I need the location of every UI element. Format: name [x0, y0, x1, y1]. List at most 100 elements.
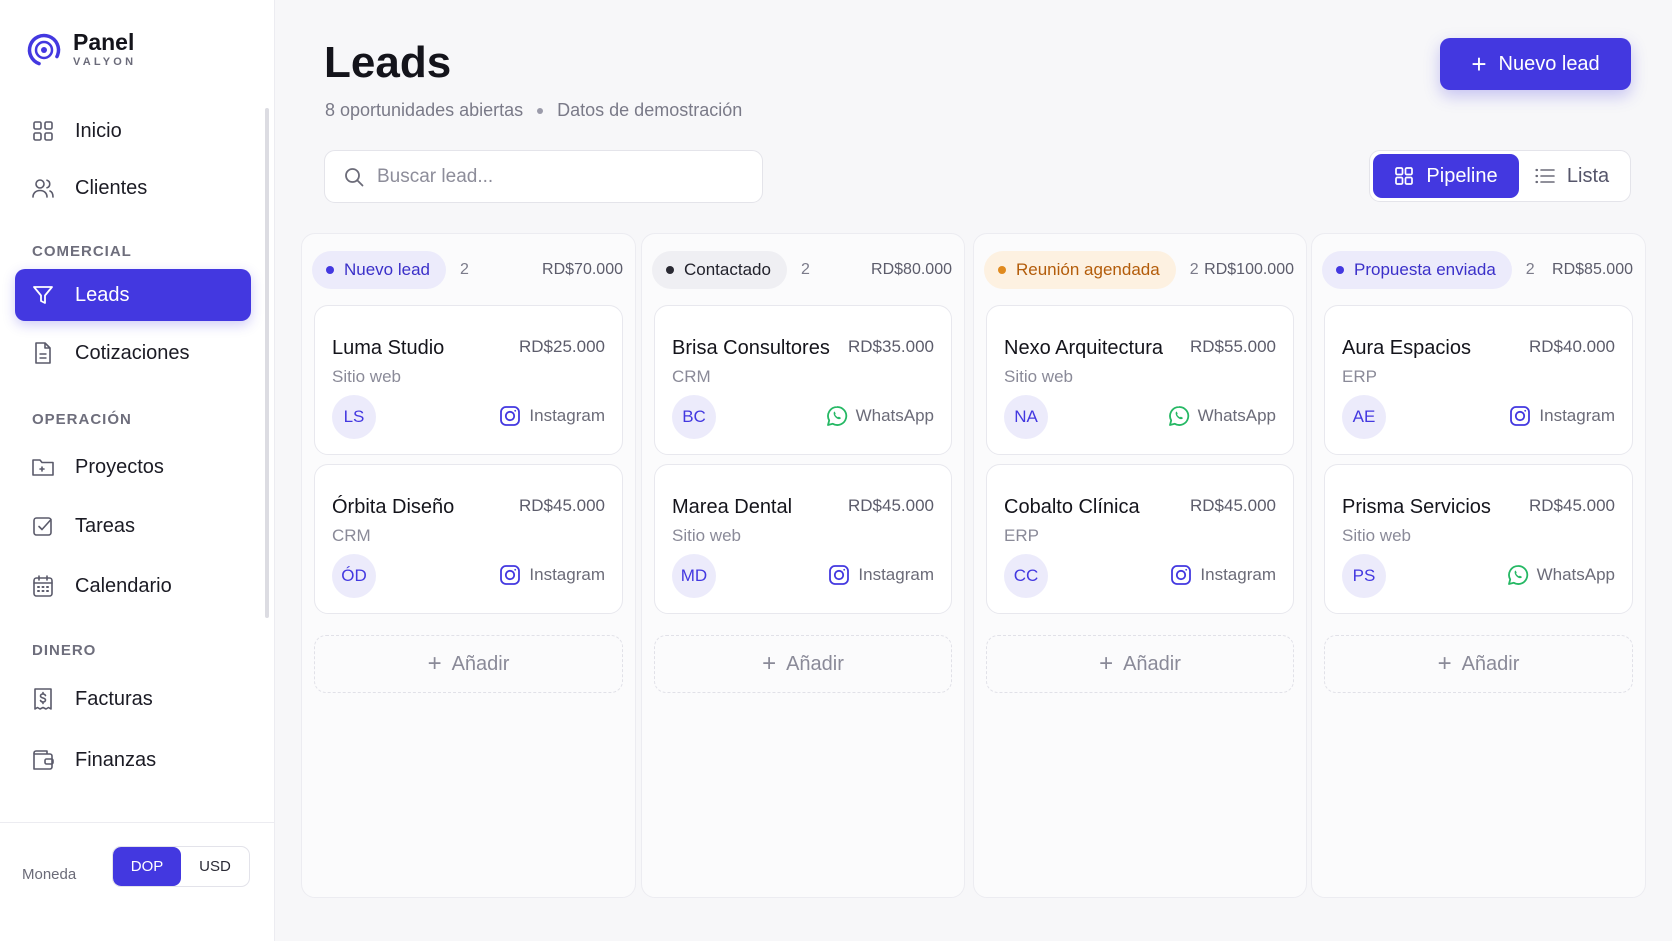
source-label: WhatsApp: [1536, 565, 1615, 584]
stage-total: RD$80.000: [871, 261, 952, 278]
avatar: LS: [332, 395, 376, 439]
list-icon: [1535, 168, 1555, 184]
lead-name: Luma Studio: [332, 337, 445, 359]
lead-amount: RD$45.000: [1189, 496, 1276, 515]
instagram-icon: [499, 405, 521, 427]
lead-card[interactable]: Brisa Consultores RD$35.000 CRM BC WhatsApp: [654, 305, 952, 455]
add-label: Añadir: [786, 652, 844, 675]
whatsapp-icon: [1507, 564, 1529, 586]
separator-dot: [537, 107, 544, 114]
invoice-icon: [31, 687, 55, 711]
currency-toggle: DOP USD: [112, 846, 250, 887]
stage-count: 2: [800, 261, 810, 278]
stage-dot: [666, 266, 674, 274]
stage-badge[interactable]: Contactado: [652, 251, 787, 289]
list-view-button[interactable]: Lista: [1519, 154, 1625, 198]
lead-type: CRM: [332, 526, 371, 545]
sidebar-item-cotizaciones[interactable]: Cotizaciones: [15, 327, 251, 379]
view-toggle: Pipeline Lista: [1369, 150, 1631, 202]
plus-icon: +: [762, 650, 777, 677]
new-lead-button[interactable]: + Nuevo lead: [1440, 38, 1631, 90]
section-operacion: OPERACIÓN: [32, 411, 132, 428]
sidebar-scrollbar[interactable]: [265, 108, 269, 618]
avatar: CC: [1004, 554, 1048, 598]
stage-badge[interactable]: Reunión agendada: [984, 251, 1176, 289]
pipeline-column: Contactado 2 RD$80.000 Brisa Consultores RD$…: [641, 233, 965, 898]
plus-icon: +: [1099, 650, 1114, 677]
avatar: AE: [1342, 395, 1386, 439]
source-label: WhatsApp: [1197, 406, 1276, 425]
sidebar-item-finanzas[interactable]: Finanzas: [15, 734, 251, 786]
brand-logo-icon: [27, 33, 61, 66]
pipeline-view-button[interactable]: Pipeline: [1373, 154, 1519, 198]
stage-count: 2: [1189, 261, 1199, 278]
column-header: Contactado 2 RD$80.000: [652, 251, 952, 289]
lead-card[interactable]: Cobalto Clínica RD$45.000 ERP CC Instagram: [986, 464, 1294, 614]
lead-card[interactable]: Luma Studio RD$25.000 Sitio web LS Instagram: [314, 305, 623, 455]
stage-label: Propuesta enviada: [1354, 260, 1496, 279]
sidebar-item-label: Cotizaciones: [75, 341, 190, 364]
add-lead-button[interactable]: + Añadir: [986, 635, 1294, 693]
lead-type: Sitio web: [1004, 367, 1073, 386]
page-title: Leads: [324, 38, 452, 87]
lead-source: WhatsApp: [826, 405, 934, 427]
sidebar-item-facturas[interactable]: Facturas: [15, 673, 251, 725]
instagram-icon: [828, 564, 850, 586]
grid-icon: [1394, 166, 1414, 186]
page-subtitle: 8 oportunidades abiertas Datos de demost…: [325, 100, 742, 121]
sidebar-item-inicio[interactable]: Inicio: [15, 105, 251, 157]
currency-dop-button[interactable]: DOP: [113, 847, 181, 886]
lead-amount: RD$45.000: [847, 496, 934, 515]
pipeline-column: Nuevo lead 2 RD$70.000 Luma Studio RD$25.000…: [301, 233, 636, 898]
pipeline-label: Pipeline: [1426, 164, 1498, 187]
lead-type: Sitio web: [332, 367, 401, 386]
lead-type: ERP: [1004, 526, 1039, 545]
stage-label: Nuevo lead: [344, 260, 431, 279]
sidebar-item-tareas[interactable]: Tareas: [15, 500, 251, 552]
lead-card[interactable]: Órbita Diseño RD$45.000 CRM ÓD Instagram: [314, 464, 623, 614]
lead-card[interactable]: Prisma Servicios RD$45.000 Sitio web PS What…: [1324, 464, 1633, 614]
search-input[interactable]: [377, 165, 737, 188]
stage-dot: [326, 266, 334, 274]
currency-usd-button[interactable]: USD: [181, 847, 249, 886]
lead-amount: RD$40.000: [1528, 337, 1615, 356]
search-box[interactable]: [324, 150, 763, 203]
add-lead-button[interactable]: + Añadir: [1324, 635, 1633, 693]
lead-source: WhatsApp: [1168, 405, 1276, 427]
stage-total: RD$100.000: [1204, 261, 1294, 278]
stage-count: 2: [460, 261, 469, 278]
source-label: Instagram: [1200, 565, 1276, 584]
sidebar-item-clientes[interactable]: Clientes: [15, 162, 251, 214]
stage-total: RD$70.000: [542, 261, 623, 278]
instagram-icon: [1170, 564, 1192, 586]
brand-subtitle: VALYON: [73, 56, 137, 68]
currency-label: Moneda: [22, 866, 77, 883]
stage-badge[interactable]: Nuevo lead: [312, 251, 447, 289]
lead-amount: RD$45.000: [518, 496, 605, 515]
lead-card[interactable]: Marea Dental RD$45.000 Sitio web MD Instagra…: [654, 464, 952, 614]
source-label: Instagram: [858, 565, 934, 584]
add-lead-button[interactable]: + Añadir: [314, 635, 623, 693]
stage-badge[interactable]: Propuesta enviada: [1322, 251, 1512, 289]
brand[interactable]: Panel VALYON: [26, 30, 136, 69]
add-lead-button[interactable]: + Añadir: [654, 635, 952, 693]
add-label: Añadir: [1123, 652, 1181, 675]
lead-name: Cobalto Clínica: [1004, 496, 1140, 518]
lead-type: Sitio web: [1342, 526, 1411, 545]
sidebar-item-label: Calendario: [75, 574, 172, 597]
whatsapp-icon: [826, 405, 848, 427]
add-label: Añadir: [1461, 652, 1520, 675]
lead-source: Instagram: [828, 564, 934, 586]
sidebar-item-proyectos[interactable]: Proyectos: [15, 441, 251, 493]
funnel-icon: [31, 283, 55, 307]
avatar: PS: [1342, 554, 1386, 598]
sidebar-item-leads[interactable]: Leads: [15, 269, 251, 321]
lead-amount: RD$25.000: [518, 337, 605, 356]
lead-type: CRM: [672, 367, 711, 386]
lead-card[interactable]: Aura Espacios RD$40.000 ERP AE Instagram: [1324, 305, 1633, 455]
new-lead-label: Nuevo lead: [1498, 52, 1600, 75]
source-label: Instagram: [529, 406, 605, 425]
sidebar-item-calendario[interactable]: Calendario: [15, 560, 251, 612]
lead-card[interactable]: Nexo Arquitectura RD$55.000 Sitio web NA Wha…: [986, 305, 1294, 455]
lead-type: ERP: [1342, 367, 1377, 386]
